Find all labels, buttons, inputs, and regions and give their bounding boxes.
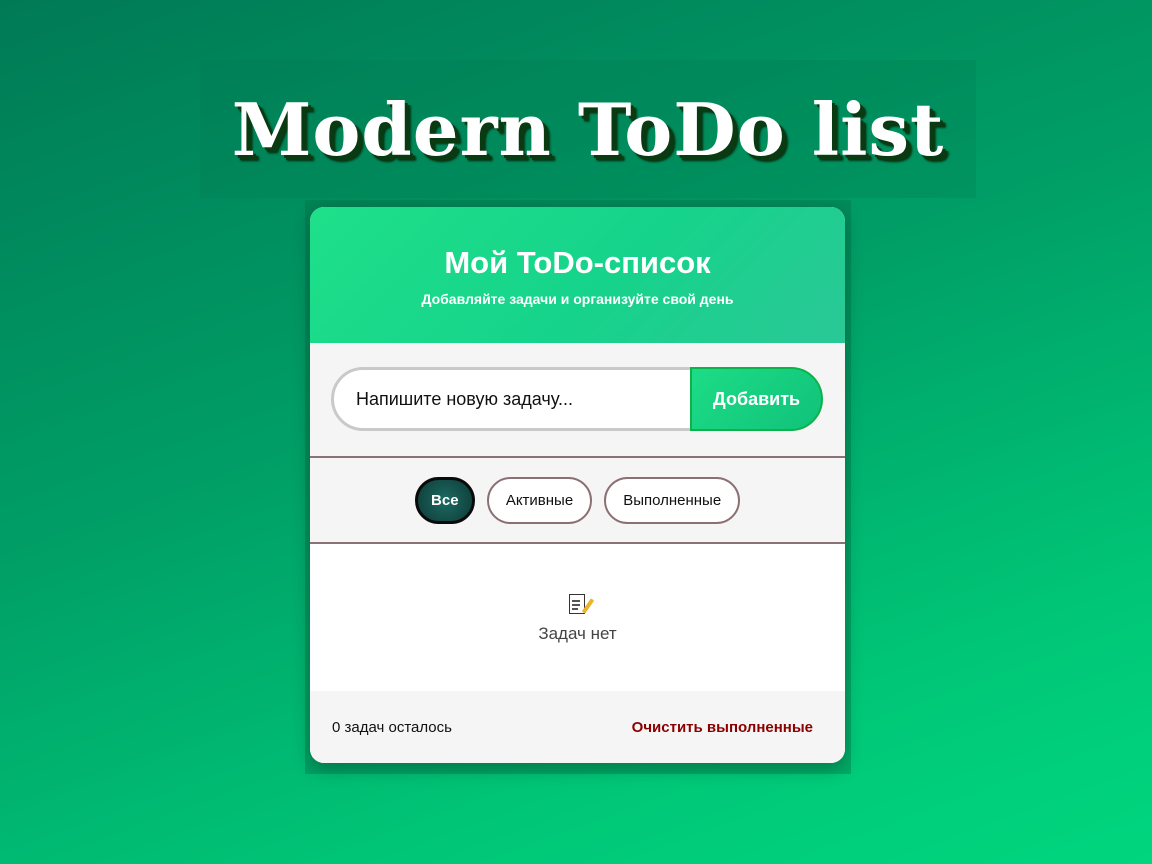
input-row: Добавить [310, 343, 845, 458]
card-subtitle: Добавляйте задачи и организуйте свой ден… [421, 291, 734, 307]
memo-icon [568, 594, 594, 616]
remaining-count: 0 задач осталось [332, 718, 452, 736]
filter-completed-button[interactable]: Выполненные [604, 476, 741, 524]
headline-banner: Modern ToDo list [200, 60, 976, 198]
clear-completed-button[interactable]: Очистить выполненные [632, 719, 813, 736]
card-title: Мой ToDo-список [444, 245, 711, 280]
filter-all-button[interactable]: Все [414, 476, 475, 524]
headline: Modern ToDo list [231, 86, 945, 172]
empty-state-text: Задач нет [538, 624, 617, 643]
filter-active-button[interactable]: Активные [486, 476, 593, 524]
empty-state: Задач нет [310, 544, 845, 691]
card-header: Мой ToDo-список Добавляйте задачи и орга… [310, 207, 845, 343]
todo-card: Мой ToDo-список Добавляйте задачи и орга… [310, 207, 845, 763]
card-footer: 0 задач осталось Очистить выполненные [310, 691, 845, 763]
add-task-button[interactable]: Добавить [690, 367, 823, 431]
filter-row: Все Активные Выполненные [310, 458, 845, 544]
